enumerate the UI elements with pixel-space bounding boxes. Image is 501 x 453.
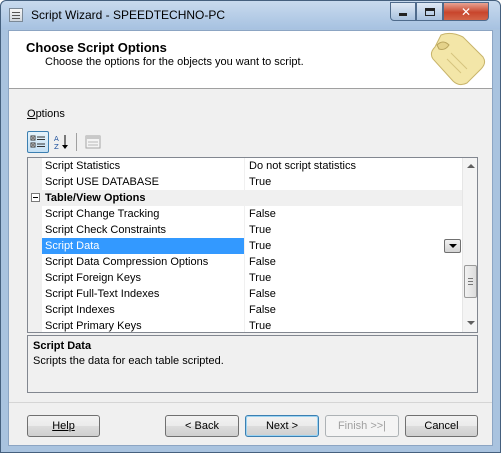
property-value[interactable]: False <box>249 256 276 268</box>
property-name: Script Foreign Keys <box>45 272 141 284</box>
row-gutter <box>28 158 42 174</box>
row-gutter <box>28 318 42 332</box>
alphabetical-sort-icon: A Z <box>54 135 68 150</box>
property-name: Script Primary Keys <box>45 320 142 332</box>
row-gutter <box>28 286 42 302</box>
property-value[interactable]: True <box>249 240 271 252</box>
property-value[interactable]: False <box>249 208 276 220</box>
help-button[interactable]: Help <box>27 415 100 437</box>
grid-property-row[interactable]: Script Statistics Do not script statistic… <box>28 158 462 174</box>
svg-text:A: A <box>54 135 59 143</box>
grid-property-row[interactable]: Script Indexes False <box>28 302 462 318</box>
property-name: Script Data <box>45 240 100 252</box>
back-button[interactable]: < Back <box>165 415 239 437</box>
description-text: Scripts the data for each table scripted… <box>33 355 224 367</box>
row-gutter <box>28 270 42 286</box>
grid-property-row[interactable]: Script Change Tracking False <box>28 206 462 222</box>
close-icon: ✕ <box>460 4 472 19</box>
scroll-up-icon[interactable] <box>467 164 475 168</box>
footer-divider <box>9 402 492 403</box>
vertical-scrollbar[interactable] <box>462 158 477 332</box>
row-gutter <box>28 302 42 318</box>
svg-text:Z: Z <box>54 143 59 150</box>
property-name: Script Change Tracking <box>45 208 160 220</box>
wizard-header: Choose Script Options Choose the options… <box>9 31 492 89</box>
title-bar[interactable]: Script Wizard - SPEEDTECHNO-PC ✕ <box>1 1 500 29</box>
row-gutter <box>28 206 42 222</box>
property-name: Script Full-Text Indexes <box>45 288 160 300</box>
options-label: Options <box>27 108 65 120</box>
property-name: Script Check Constraints <box>45 224 167 236</box>
row-gutter <box>28 222 42 238</box>
script-wizard-window: Script Wizard - SPEEDTECHNO-PC ✕ Choose … <box>0 0 501 453</box>
property-name: Script Indexes <box>45 304 115 316</box>
categorized-button[interactable] <box>27 131 49 153</box>
page-title: Choose Script Options <box>26 40 167 55</box>
collapse-icon[interactable] <box>31 193 40 202</box>
property-value[interactable]: True <box>249 320 271 332</box>
finish-button[interactable]: Finish >>| <box>325 415 399 437</box>
alphabetical-button[interactable]: A Z <box>51 131 73 153</box>
scroll-down-icon[interactable] <box>467 321 475 325</box>
property-value[interactable]: False <box>249 304 276 316</box>
window-title: Script Wizard - SPEEDTECHNO-PC <box>31 8 226 22</box>
categorized-icon <box>30 135 45 148</box>
description-title: Script Data <box>33 340 92 352</box>
next-button[interactable]: Next > <box>245 415 319 437</box>
row-gutter <box>28 238 42 254</box>
property-name: Table/View Options <box>45 192 146 204</box>
grid-property-row[interactable]: Script Data Compression Options False <box>28 254 462 270</box>
property-grid[interactable]: Script Statistics Do not script statistic… <box>27 157 478 333</box>
scroll-paper-icon <box>430 32 486 86</box>
description-panel: Script Data Scripts the data for each ta… <box>27 335 478 393</box>
row-gutter <box>28 174 42 190</box>
grid-property-row[interactable]: Script Foreign Keys True <box>28 270 462 286</box>
property-value[interactable]: Do not script statistics <box>249 160 356 172</box>
property-name: Script Data Compression Options <box>45 256 209 268</box>
toolbar-separator <box>76 133 77 151</box>
property-pages-icon <box>85 135 101 149</box>
value-dropdown-button[interactable] <box>444 239 461 253</box>
cancel-button[interactable]: Cancel <box>405 415 478 437</box>
maximize-button[interactable] <box>416 2 443 21</box>
scrollbar-thumb[interactable] <box>464 265 477 298</box>
wizard-client-area: Choose Script Options Choose the options… <box>8 30 493 446</box>
grid-property-row[interactable]: Script Full-Text Indexes False <box>28 286 462 302</box>
property-value[interactable]: True <box>249 272 271 284</box>
property-value[interactable]: True <box>249 176 271 188</box>
page-subtitle: Choose the options for the objects you w… <box>45 56 304 68</box>
maximize-icon <box>424 7 435 16</box>
wizard-window-icon <box>9 8 23 22</box>
grid-property-row[interactable]: Script Check Constraints True <box>28 222 462 238</box>
grid-property-row[interactable]: Script Data True <box>28 238 462 254</box>
property-name: Script USE DATABASE <box>45 176 159 188</box>
property-name: Script Statistics <box>45 160 121 172</box>
property-pages-button[interactable] <box>82 131 104 153</box>
property-value[interactable]: False <box>249 288 276 300</box>
minimize-button[interactable] <box>390 2 416 21</box>
minimize-icon <box>399 13 407 16</box>
row-gutter <box>28 254 42 270</box>
grid-property-row[interactable]: Script Primary Keys True <box>28 318 462 332</box>
grid-property-row[interactable]: Script USE DATABASE True <box>28 174 462 190</box>
grid-category-row[interactable]: Table/View Options <box>28 190 462 206</box>
close-button[interactable]: ✕ <box>443 2 489 21</box>
property-value[interactable]: True <box>249 224 271 236</box>
